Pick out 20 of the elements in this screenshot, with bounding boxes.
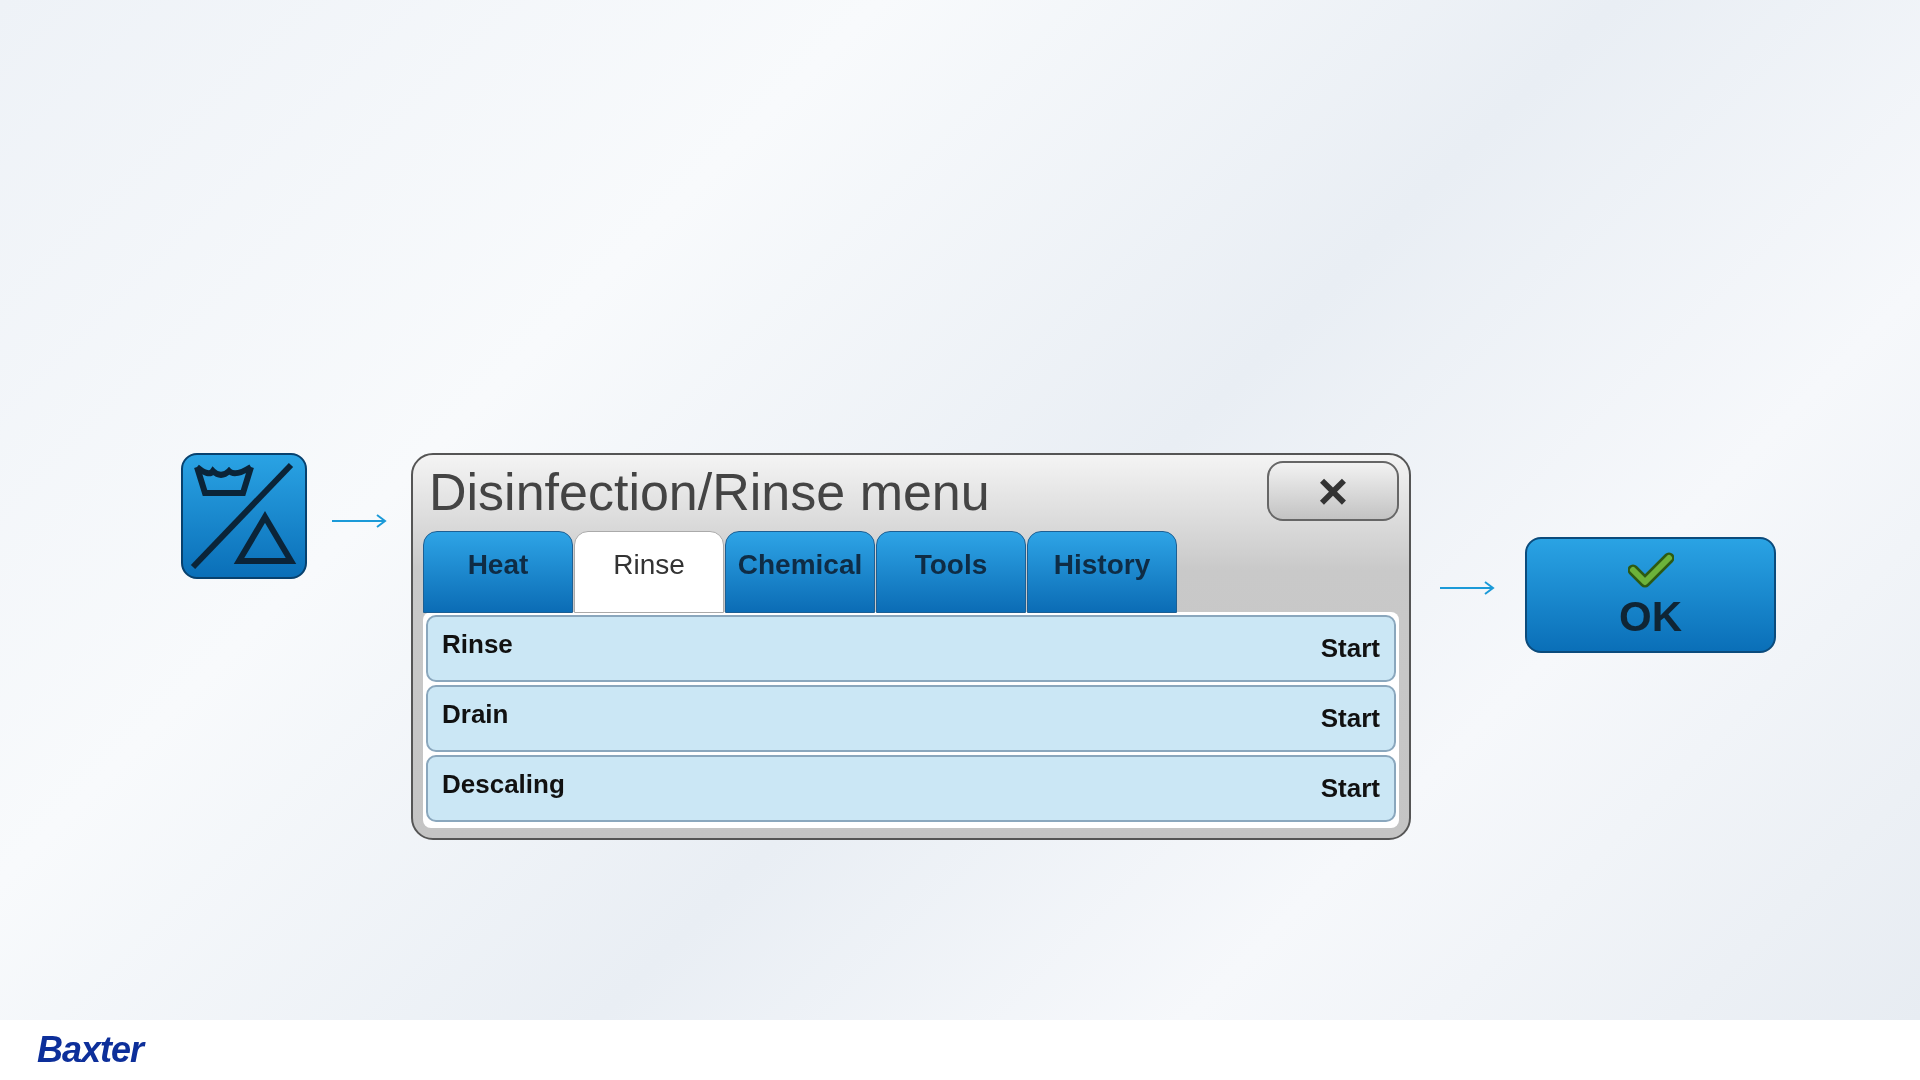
ok-button[interactable]: OK — [1525, 537, 1776, 653]
menu-row[interactable]: Rinse Start — [426, 615, 1396, 683]
menu-row[interactable]: Drain Start — [426, 685, 1396, 753]
start-label: Start — [1320, 772, 1380, 806]
tab[interactable]: History — [1027, 531, 1177, 614]
tab[interactable]: Tools — [876, 531, 1026, 614]
tab[interactable]: Chemical — [725, 531, 875, 614]
start-label: Start — [1320, 702, 1380, 736]
tab[interactable]: Heat — [423, 531, 573, 614]
disinfection-rinse-icon[interactable] — [181, 453, 307, 579]
row-label: Drain — [442, 698, 509, 732]
row-label: Descaling — [442, 768, 565, 802]
brand-logo: Baxter — [37, 1028, 144, 1072]
dialog-title: Disinfection/Rinse menu — [428, 462, 990, 523]
start-label: Start — [1320, 632, 1380, 666]
row-label: Rinse — [442, 628, 513, 662]
menu-row[interactable]: Descaling Start — [426, 755, 1396, 823]
close-button[interactable]: × — [1267, 461, 1399, 521]
tab[interactable]: Rinse — [574, 531, 724, 614]
checkmark-icon — [1627, 552, 1674, 588]
